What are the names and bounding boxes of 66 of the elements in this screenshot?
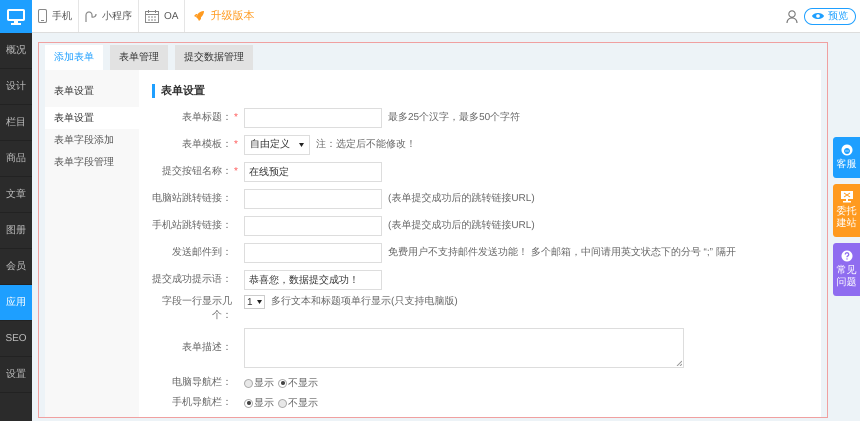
caret-icon bbox=[257, 300, 262, 304]
logo-tile[interactable] bbox=[0, 0, 32, 33]
field-label: 手机站跳转链接： bbox=[152, 218, 232, 232]
hint-text: (表单提交成功后的跳转链接URL) bbox=[388, 218, 535, 232]
subnav-item[interactable]: 表单设置 bbox=[45, 107, 139, 129]
input-field[interactable] bbox=[244, 242, 382, 262]
field-label: 提交成功提示语： bbox=[152, 272, 232, 286]
presentation-icon bbox=[840, 191, 852, 203]
calendar-icon bbox=[145, 10, 159, 22]
subnav-item[interactable]: 表单字段添加 bbox=[45, 129, 139, 151]
radio-option[interactable]: 显示 bbox=[244, 376, 274, 390]
radio-option[interactable]: 显示 bbox=[244, 396, 274, 410]
headset-icon bbox=[840, 144, 852, 156]
text-area[interactable] bbox=[244, 328, 684, 368]
radio-option[interactable]: 不显示 bbox=[278, 376, 318, 390]
radio-option[interactable]: 不显示 bbox=[278, 396, 318, 410]
field-label: 表单描述： bbox=[181, 341, 232, 355]
field-label: 发送邮件到： bbox=[171, 246, 232, 260]
input-field[interactable] bbox=[244, 188, 382, 208]
hint-text: 最多25个汉字，最多50个字符 bbox=[388, 110, 520, 124]
tab[interactable]: 表单管理 bbox=[110, 45, 168, 70]
required-mark: * bbox=[233, 164, 239, 178]
dropdown[interactable]: 自由定义 bbox=[244, 134, 310, 154]
resize-handle-icon[interactable] bbox=[676, 360, 682, 366]
sidebar-item[interactable]: 商品 bbox=[0, 141, 32, 177]
toolbar-item[interactable]: 小程序 bbox=[79, 0, 139, 32]
input-field[interactable]: 恭喜您，数据提交成功！ bbox=[244, 270, 382, 290]
input-field[interactable] bbox=[244, 216, 382, 236]
caret-icon bbox=[299, 142, 304, 146]
sidebar-item[interactable]: 设计 bbox=[0, 69, 32, 105]
hint-text: 多行文本和标题项单行显示(只支持电脑版) bbox=[271, 295, 458, 309]
phone-icon bbox=[38, 9, 47, 23]
tab[interactable]: 提交数据管理 bbox=[175, 45, 253, 70]
sidebar-item[interactable]: SEO bbox=[0, 321, 32, 357]
monitor-icon bbox=[7, 8, 25, 24]
required-mark: * bbox=[233, 110, 239, 124]
field-label: 手机导航栏： bbox=[171, 396, 232, 410]
field-label: 字段一行显示几个： bbox=[161, 295, 232, 323]
link-icon bbox=[85, 9, 97, 23]
sidebar-item[interactable]: 文章 bbox=[0, 177, 32, 213]
eye-icon bbox=[812, 12, 824, 20]
sidebar-item[interactable]: 设置 bbox=[0, 357, 32, 393]
input-field[interactable]: 在线预定 bbox=[244, 162, 382, 182]
sidebar-item[interactable]: 概况 bbox=[0, 33, 32, 69]
required-mark: * bbox=[233, 138, 239, 152]
subnav-item[interactable]: 表单字段管理 bbox=[45, 151, 139, 173]
field-label: 表单模板： bbox=[181, 138, 232, 152]
hint-text: 注：选定后不能修改！ bbox=[316, 138, 416, 152]
hint-text: (表单提交成功后的跳转链接URL) bbox=[388, 192, 535, 206]
field-label: 电脑站跳转链接： bbox=[152, 192, 232, 206]
dropdown[interactable]: 1 bbox=[244, 295, 265, 309]
user-icon[interactable] bbox=[786, 10, 798, 22]
field-label: 提交按钮名称： bbox=[161, 164, 232, 178]
float-button[interactable]: 常见问题 bbox=[833, 243, 860, 296]
toolbar-item[interactable]: OA bbox=[139, 0, 186, 32]
sidebar-item[interactable]: 栏目 bbox=[0, 105, 32, 141]
sidebar-item[interactable]: 图册 bbox=[0, 213, 32, 249]
toolbar-item[interactable]: 手机 bbox=[32, 0, 79, 32]
question-icon bbox=[840, 250, 852, 262]
hint-text: 免费用户不支持邮件发送功能！ 多个邮箱，中间请用英文状态下的分号 “;” 隔开 bbox=[388, 246, 736, 260]
field-label: 表单标题： bbox=[181, 110, 232, 124]
rocket-icon bbox=[193, 10, 206, 22]
subnav-title: 表单设置 bbox=[53, 84, 95, 99]
input-field[interactable] bbox=[244, 108, 382, 128]
section-title: 表单设置 bbox=[152, 84, 205, 98]
field-label: 电脑导航栏： bbox=[171, 376, 232, 390]
